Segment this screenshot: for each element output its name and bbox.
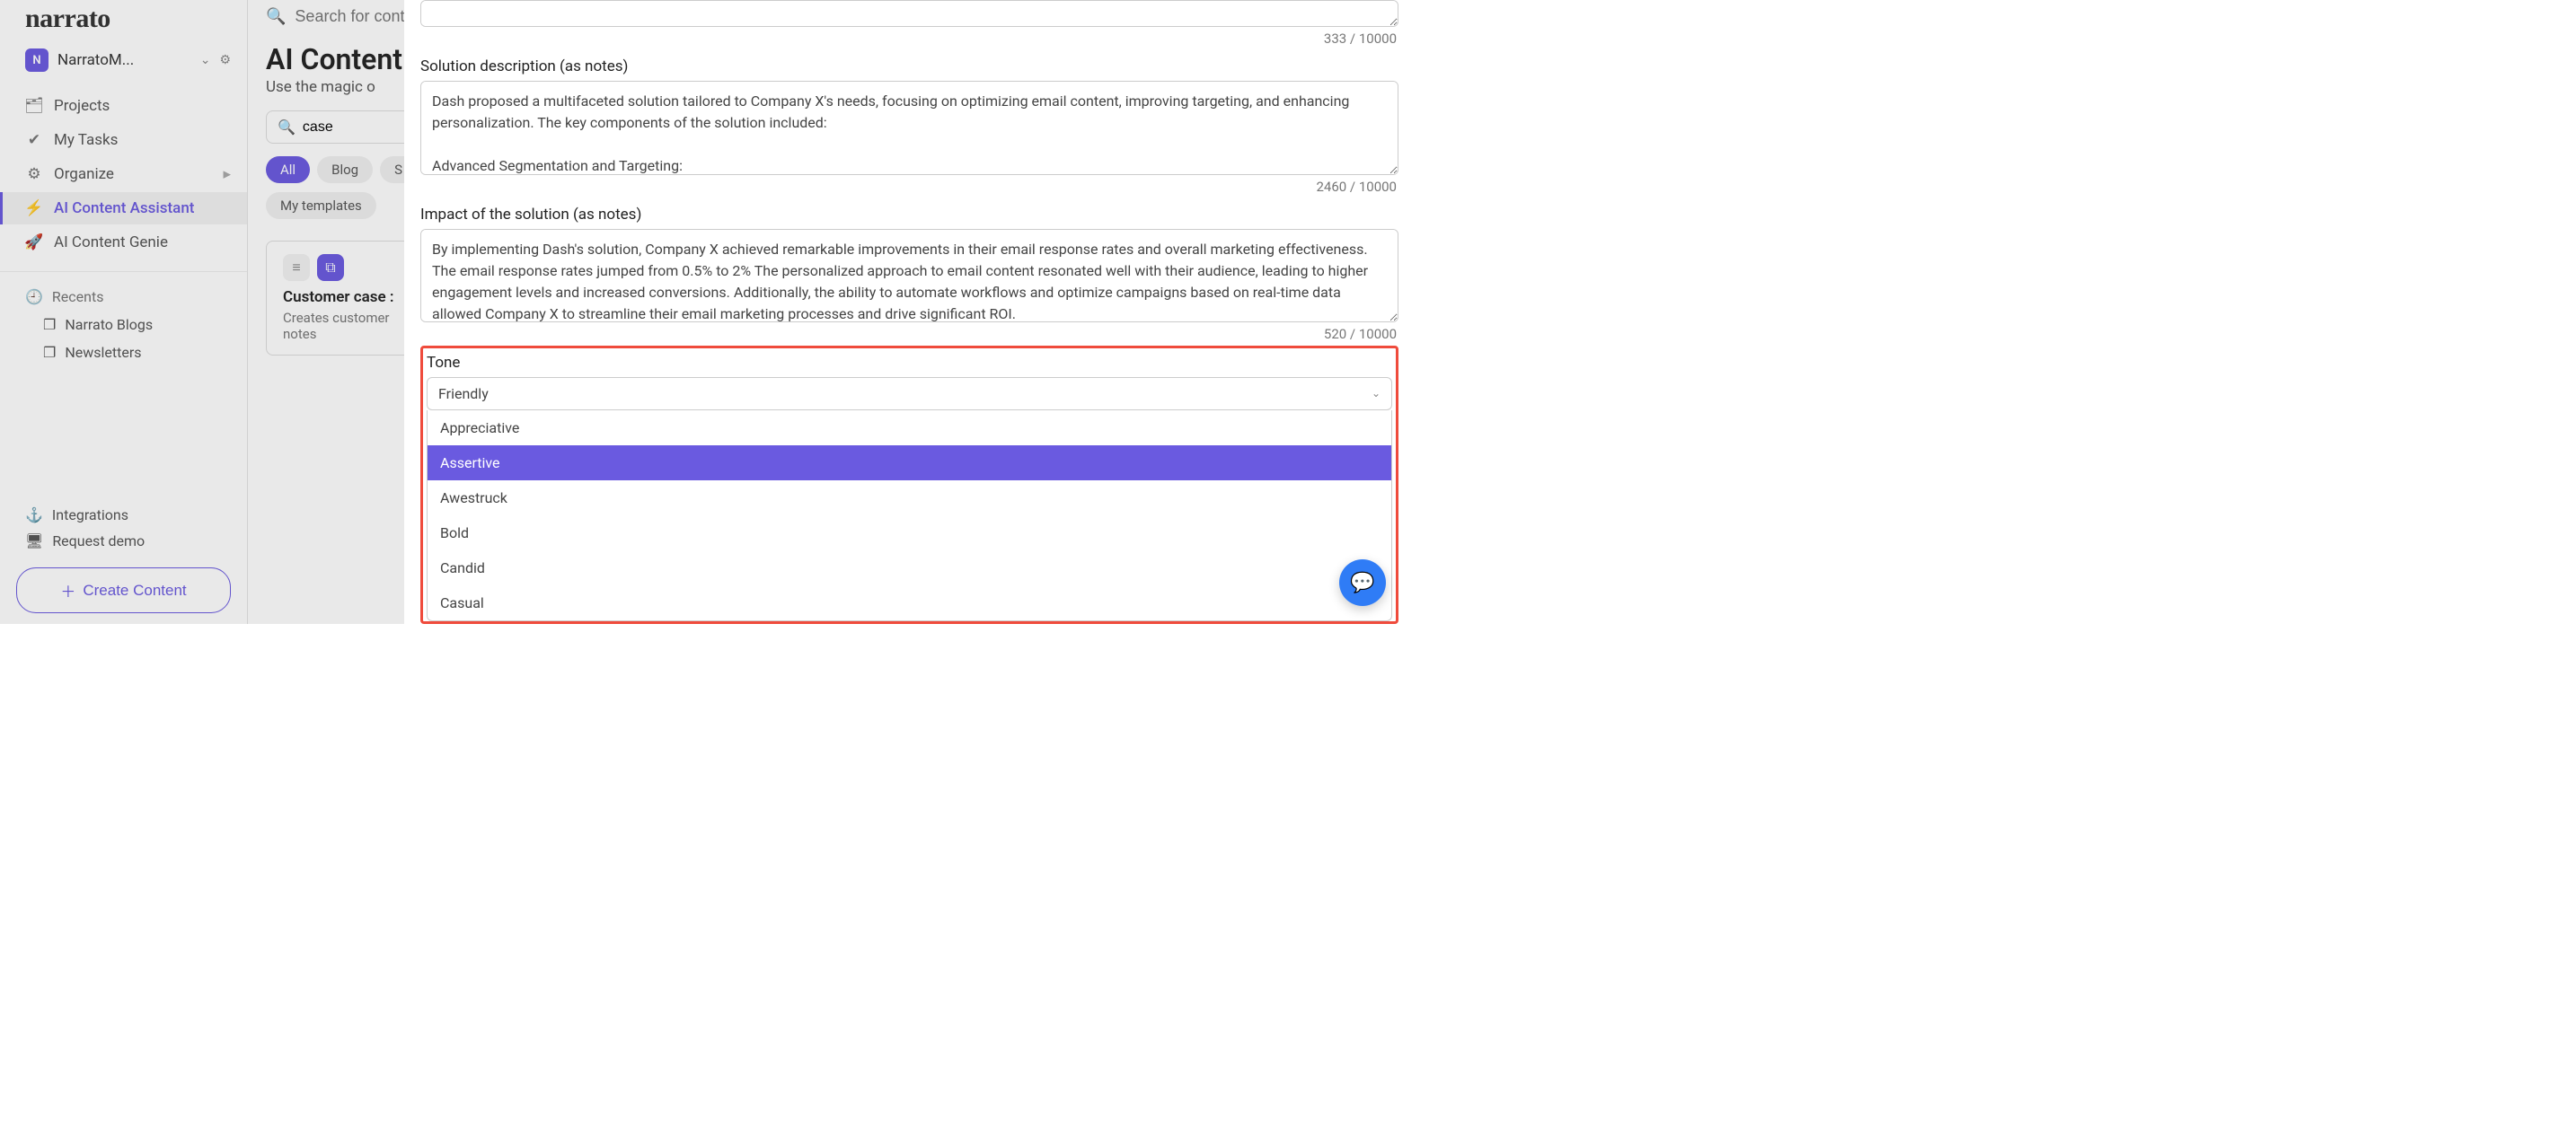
tone-select[interactable]: Friendly ⌄ [427,377,1392,410]
chevron-down-icon: ⌄ [1372,387,1381,400]
tone-highlight-box: Tone Friendly ⌄ Appreciative Assertive A… [420,346,1398,624]
tone-option-candid[interactable]: Candid [428,550,1391,585]
solution-textarea[interactable] [420,81,1398,174]
tone-option-appreciative[interactable]: Appreciative [428,410,1391,445]
tone-selected: Friendly [438,385,489,402]
solution-label: Solution description (as notes) [420,57,1398,75]
chat-fab[interactable]: 💬 [1339,559,1386,606]
panel: 333 / 10000 Solution description (as not… [404,0,1406,624]
counter-solution: 2460 / 10000 [420,179,1397,195]
textarea-top[interactable] [420,0,1398,27]
counter-impact: 520 / 10000 [420,326,1397,342]
tone-option-assertive[interactable]: Assertive [428,445,1391,480]
tone-option-casual[interactable]: Casual [428,585,1391,620]
tone-option-bold[interactable]: Bold [428,515,1391,550]
tone-option-awestruck[interactable]: Awestruck [428,480,1391,515]
tone-label: Tone [427,354,1392,372]
impact-label: Impact of the solution (as notes) [420,206,1398,224]
chat-icon: 💬 [1350,572,1374,594]
tone-dropdown: Friendly ⌄ Appreciative Assertive Awestr… [427,377,1392,621]
impact-textarea[interactable] [420,229,1398,322]
counter-top: 333 / 10000 [420,31,1397,47]
tone-options-list: Appreciative Assertive Awestruck Bold Ca… [427,410,1392,621]
